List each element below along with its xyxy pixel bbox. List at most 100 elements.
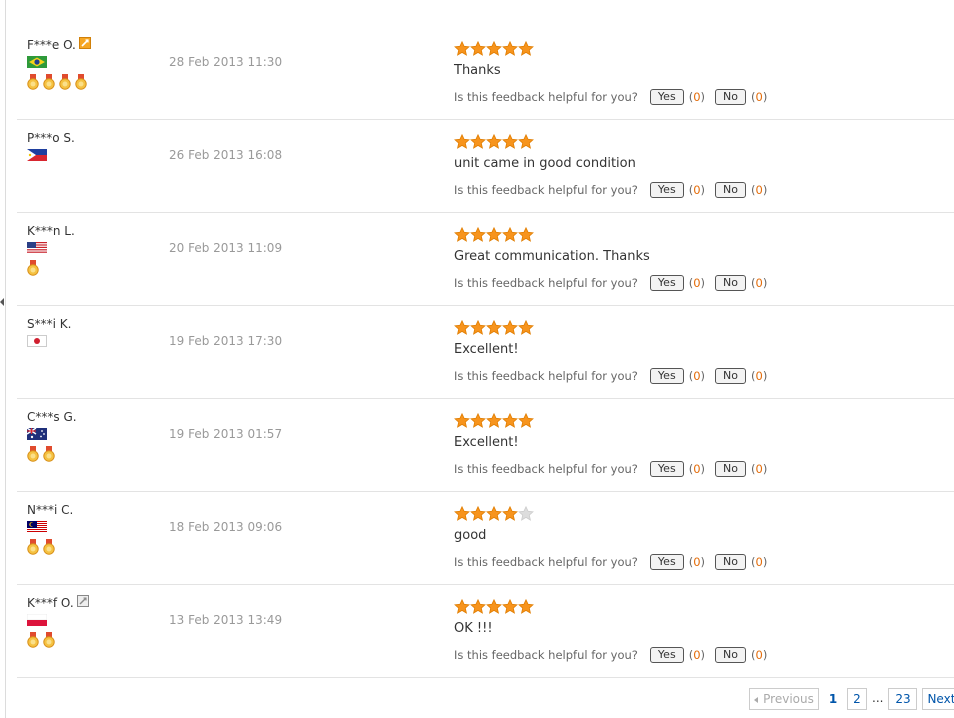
yes-button[interactable]: Yes [649, 368, 684, 384]
helpful-vote: Is this feedback helpful for you? Yes (0) N… [454, 368, 944, 384]
paren-close: ) [700, 555, 706, 569]
next-page-button[interactable]: Next [922, 688, 954, 710]
star-filled-icon [486, 413, 502, 428]
feedback-row: K***f O. 13 Feb 2013 13:49 OK !!! Is this f… [17, 585, 954, 678]
helpful-question: Is this feedback helpful for you? [454, 462, 638, 476]
helpful-vote: Is this feedback helpful for you? Yes (0) N… [454, 554, 944, 570]
medal-icon [27, 74, 39, 90]
feedback-comment: Thanks [454, 63, 501, 78]
review: good Is this feedback helpful for you? Yes… [454, 506, 944, 570]
page-2-link[interactable]: 2 [847, 688, 867, 710]
last-page-link[interactable]: 23 [888, 688, 918, 710]
feedback-comment: good [454, 528, 487, 543]
star-filled-icon [470, 134, 486, 149]
review: Thanks Is this feedback helpful for you? Y… [454, 41, 944, 105]
collapse-arrow-icon[interactable] [0, 298, 4, 306]
feedback-row: P***o S. 26 Feb 2013 16:08 unit came in go… [17, 120, 954, 213]
no-count: (0) [751, 647, 767, 663]
star-rating [454, 413, 944, 429]
star-rating [454, 506, 944, 522]
yes-count: (0) [689, 554, 705, 570]
buyer-info: S***i K. [27, 317, 167, 369]
star-rating [454, 41, 944, 57]
yes-button[interactable]: Yes [649, 182, 684, 198]
medal-icon [75, 74, 87, 90]
star-empty-icon [518, 506, 534, 521]
star-filled-icon [518, 413, 534, 428]
star-filled-icon [470, 506, 486, 521]
star-filled-icon [470, 41, 486, 56]
feedback-row: F***e O. 28 Feb 2013 11:30 Thanks Is this f… [17, 27, 954, 120]
yes-button[interactable]: Yes [649, 647, 684, 663]
yes-count-value: 0 [693, 555, 701, 569]
review: Excellent! Is this feedback helpful for y… [454, 320, 944, 384]
no-button[interactable]: No [715, 647, 746, 663]
philippines-flag-icon [27, 149, 47, 161]
medal-icon [43, 539, 55, 555]
star-filled-icon [454, 134, 470, 149]
paren-close: ) [762, 90, 768, 104]
star-filled-icon [518, 320, 534, 335]
buyer-name: K***f O. [27, 596, 74, 610]
buyer-name-line: K***n L. [27, 224, 167, 240]
yes-count-value: 0 [693, 183, 701, 197]
medal-icon [27, 446, 39, 462]
feedback-date: 18 Feb 2013 09:06 [169, 520, 283, 534]
yes-button[interactable]: Yes [649, 89, 684, 105]
star-filled-icon [502, 320, 518, 335]
yes-count-value: 0 [693, 276, 701, 290]
yes-count: (0) [689, 182, 705, 198]
buyer-info: P***o S. [27, 131, 167, 183]
buyer-name: F***e O. [27, 38, 76, 52]
star-filled-icon [502, 41, 518, 56]
no-button[interactable]: No [715, 368, 746, 384]
yes-button[interactable]: Yes [649, 461, 684, 477]
no-button[interactable]: No [715, 275, 746, 291]
pagination: Previous 1 2... 23 Next [749, 688, 954, 710]
paren-close: ) [762, 276, 768, 290]
medal-icon [43, 632, 55, 648]
gray-level-icon [76, 595, 89, 607]
buyer-name: N***i C. [27, 503, 74, 517]
star-rating [454, 599, 944, 615]
no-count-value: 0 [755, 369, 763, 383]
star-rating [454, 134, 944, 150]
yes-count: (0) [689, 368, 705, 384]
no-button[interactable]: No [715, 89, 746, 105]
helpful-question: Is this feedback helpful for you? [454, 648, 638, 662]
yes-count-value: 0 [693, 462, 701, 476]
medal-icon [59, 74, 71, 90]
buyer-info: K***n L. [27, 224, 167, 276]
previous-page-button: Previous [749, 688, 819, 710]
helpful-question: Is this feedback helpful for you? [454, 369, 638, 383]
star-filled-icon [486, 134, 502, 149]
paren-close: ) [700, 183, 706, 197]
poland-flag-icon [27, 614, 47, 626]
yes-button[interactable]: Yes [649, 275, 684, 291]
japan-flag-icon [27, 335, 47, 347]
star-rating [454, 320, 944, 336]
no-button[interactable]: No [715, 554, 746, 570]
left-divider [5, 0, 6, 718]
feedback-comment: Excellent! [454, 435, 519, 450]
yes-count-value: 0 [693, 648, 701, 662]
medal-icon [27, 260, 39, 276]
no-count: (0) [751, 461, 767, 477]
buyer-name: P***o S. [27, 131, 75, 145]
buyer-medals [27, 74, 167, 90]
no-button[interactable]: No [715, 461, 746, 477]
feedback-date: 19 Feb 2013 01:57 [169, 427, 283, 441]
no-button[interactable]: No [715, 182, 746, 198]
paren-close: ) [700, 369, 706, 383]
paren-close: ) [762, 555, 768, 569]
feedback-comment: Excellent! [454, 342, 519, 357]
buyer-name-line: P***o S. [27, 131, 167, 147]
buyer-medals [27, 353, 167, 369]
buyer-name: S***i K. [27, 317, 72, 331]
review: unit came in good condition Is this feedb… [454, 134, 944, 198]
feedback-row: N***i C. 18 Feb 2013 09:06 good Is this fee… [17, 492, 954, 585]
star-filled-icon [454, 413, 470, 428]
yes-button[interactable]: Yes [649, 554, 684, 570]
feedback-date: 28 Feb 2013 11:30 [169, 55, 283, 69]
star-rating [454, 227, 944, 243]
